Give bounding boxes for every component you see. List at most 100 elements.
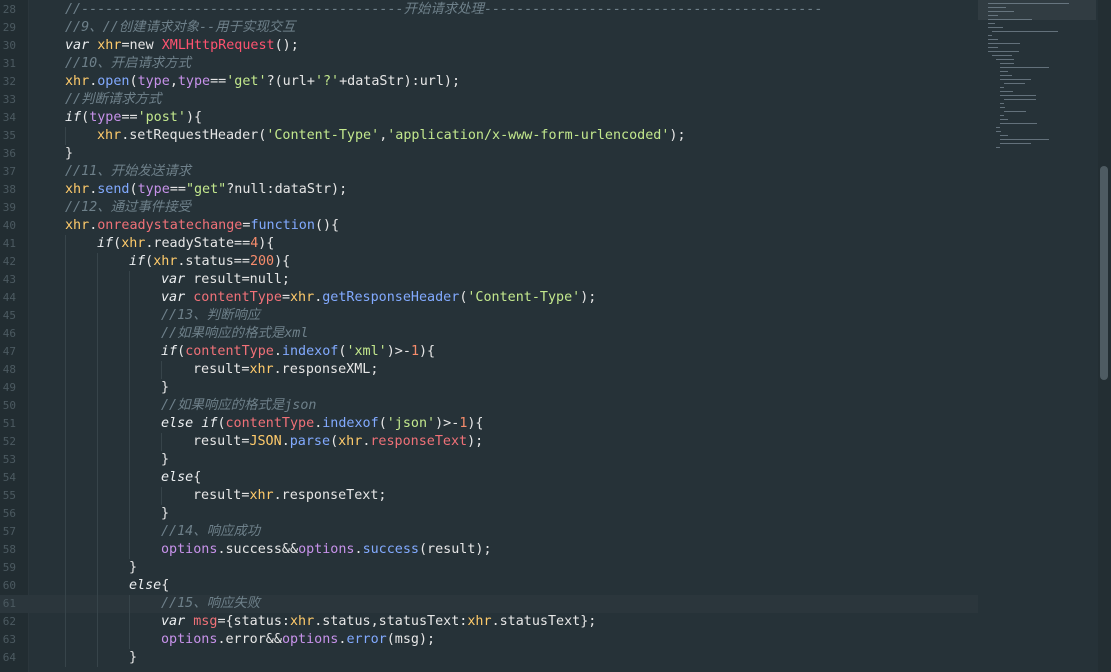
line-number: 56: [2, 507, 16, 520]
code-line[interactable]: 31 //10、开启请求方式: [0, 55, 980, 73]
code-line[interactable]: 47 if(contentType.indexof('xml')>-1){: [0, 343, 980, 361]
code-token: (: [330, 434, 339, 449]
indent-guide: [65, 325, 66, 343]
code-line[interactable]: 55 result=xhr.responseText;: [0, 487, 980, 505]
code-line[interactable]: 45 //13、判断响应: [0, 307, 980, 325]
line-number: 46: [2, 327, 16, 340]
code-token: 200: [249, 254, 275, 269]
minimap-line: [988, 3, 1069, 4]
code-line[interactable]: 57 //14、响应成功: [0, 523, 980, 541]
code-line[interactable]: 49}: [0, 379, 980, 397]
code-line[interactable]: 37 //11、开始发送请求: [0, 163, 980, 181]
code-token: var: [65, 38, 90, 53]
code-token: .error&&: [217, 632, 282, 647]
code-token: );: [467, 434, 484, 449]
code-line[interactable]: 61 //15、响应失败: [0, 595, 980, 613]
code-token: if: [201, 416, 218, 431]
code-text: var contentType=xhr.getResponseHeader('C…: [161, 289, 596, 307]
code-token: var: [161, 272, 186, 287]
code-line[interactable]: 41 if(xhr.readyState==4){: [0, 235, 980, 253]
code-token: (: [129, 182, 138, 197]
code-line[interactable]: 60 else{: [0, 577, 980, 595]
vertical-scrollbar[interactable]: [1098, 0, 1111, 672]
code-line[interactable]: 32 xhr.open(type,type=='get'?(url+'?'+dat…: [0, 73, 980, 91]
minimap-line: [1000, 87, 1004, 88]
code-token: function: [250, 218, 315, 233]
code-line[interactable]: 44 var contentType=xhr.getResponseHeader(…: [0, 289, 980, 307]
code-line[interactable]: 30 var xhr=new XMLHttpRequest();: [0, 37, 980, 55]
indent-guide: [65, 631, 66, 649]
code-token: 'get': [226, 74, 267, 89]
code-line[interactable]: 51 else if(contentType.indexof('json')>-1…: [0, 415, 980, 433]
line-number: 64: [2, 651, 16, 664]
code-line[interactable]: 39 //12、通过事件接受: [0, 199, 980, 217]
minimap-line: [988, 35, 992, 36]
indent-guide: [129, 307, 130, 325]
code-line[interactable]: 35 xhr.setRequestHeader('Content-Type','a…: [0, 127, 980, 145]
code-line[interactable]: 59}: [0, 559, 980, 577]
indent-guide: [129, 415, 130, 433]
line-number: 63: [2, 633, 16, 646]
code-line[interactable]: 40 xhr.onreadystatechange=function(){: [0, 217, 980, 235]
code-token: //10、开启请求方式: [65, 56, 191, 71]
code-text: else if(contentType.indexof('json')>-1){: [161, 415, 484, 433]
code-text: xhr.send(type=="get"?null:dataStr);: [65, 181, 347, 199]
indent-guide: [129, 325, 130, 343]
scrollbar-thumb[interactable]: [1100, 166, 1108, 380]
minimap-line: [988, 23, 995, 24]
indent-guide: [97, 253, 98, 271]
code-line[interactable]: 56}: [0, 505, 980, 523]
code-line[interactable]: 64}: [0, 649, 980, 667]
code-token: .status,statusText:: [314, 614, 468, 629]
code-token: .statusText};: [491, 614, 597, 629]
code-line[interactable]: 62 var msg={status:xhr.status,statusText:…: [0, 613, 980, 631]
code-token: (: [378, 416, 387, 431]
code-line[interactable]: 52 result=JSON.parse(xhr.responseText);: [0, 433, 980, 451]
code-line[interactable]: 36}: [0, 145, 980, 163]
code-token: //9、//创建请求对象--用于实现交互: [65, 20, 296, 35]
code-line[interactable]: 50 //如果响应的格式是json: [0, 397, 980, 415]
minimap-line: [1000, 95, 1036, 96]
code-editor[interactable]: 28 //------------------------------------…: [0, 0, 1111, 672]
indent-guide: [97, 469, 98, 487]
code-token: =: [281, 290, 290, 305]
code-token: if: [65, 110, 82, 125]
code-text: result=JSON.parse(xhr.responseText);: [193, 433, 483, 451]
code-line[interactable]: 46 //如果响应的格式是xml: [0, 325, 980, 343]
code-line[interactable]: 29 //9、//创建请求对象--用于实现交互: [0, 19, 980, 37]
line-number: 49: [2, 381, 16, 394]
code-line[interactable]: 54 else{: [0, 469, 980, 487]
code-line[interactable]: 63 options.error&&options.error(msg);: [0, 631, 980, 649]
code-token: xhr: [467, 614, 492, 629]
code-line[interactable]: 48 result=xhr.responseXML;: [0, 361, 980, 379]
indent-guide: [97, 523, 98, 541]
indent-guide: [97, 487, 98, 505]
code-token: //13、判断响应: [161, 308, 261, 323]
code-line[interactable]: 28 //------------------------------------…: [0, 1, 980, 19]
code-line[interactable]: 53}: [0, 451, 980, 469]
indent-guide: [65, 289, 66, 307]
indent-guide: [129, 343, 130, 361]
code-line[interactable]: 42 if(xhr.status==200){: [0, 253, 980, 271]
code-line[interactable]: 58 options.success&&options.success(resul…: [0, 541, 980, 559]
minimap-line: [1000, 103, 1004, 104]
minimap-line: [996, 147, 1000, 148]
code-lines[interactable]: 28 //------------------------------------…: [0, 1, 980, 667]
code-line[interactable]: 38 xhr.send(type=="get"?null:dataStr);: [0, 181, 980, 199]
indent-guide: [97, 433, 98, 451]
indent-guide: [65, 469, 66, 487]
line-number: 41: [2, 237, 16, 250]
code-token: //判断请求方式: [65, 92, 162, 107]
code-token: (: [129, 74, 138, 89]
code-line[interactable]: 34 if(type=='post'){: [0, 109, 980, 127]
code-token: xhr: [290, 290, 315, 305]
code-text: //11、开始发送请求: [65, 163, 191, 181]
code-token: type: [137, 182, 170, 197]
code-line[interactable]: 43 var result=null;: [0, 271, 980, 289]
line-number: 60: [2, 579, 16, 592]
code-token: result=: [193, 488, 250, 503]
code-text: //9、//创建请求对象--用于实现交互: [65, 19, 296, 37]
code-line[interactable]: 33 //判断请求方式: [0, 91, 980, 109]
minimap[interactable]: [978, 0, 1096, 672]
indent-guide: [65, 559, 66, 577]
